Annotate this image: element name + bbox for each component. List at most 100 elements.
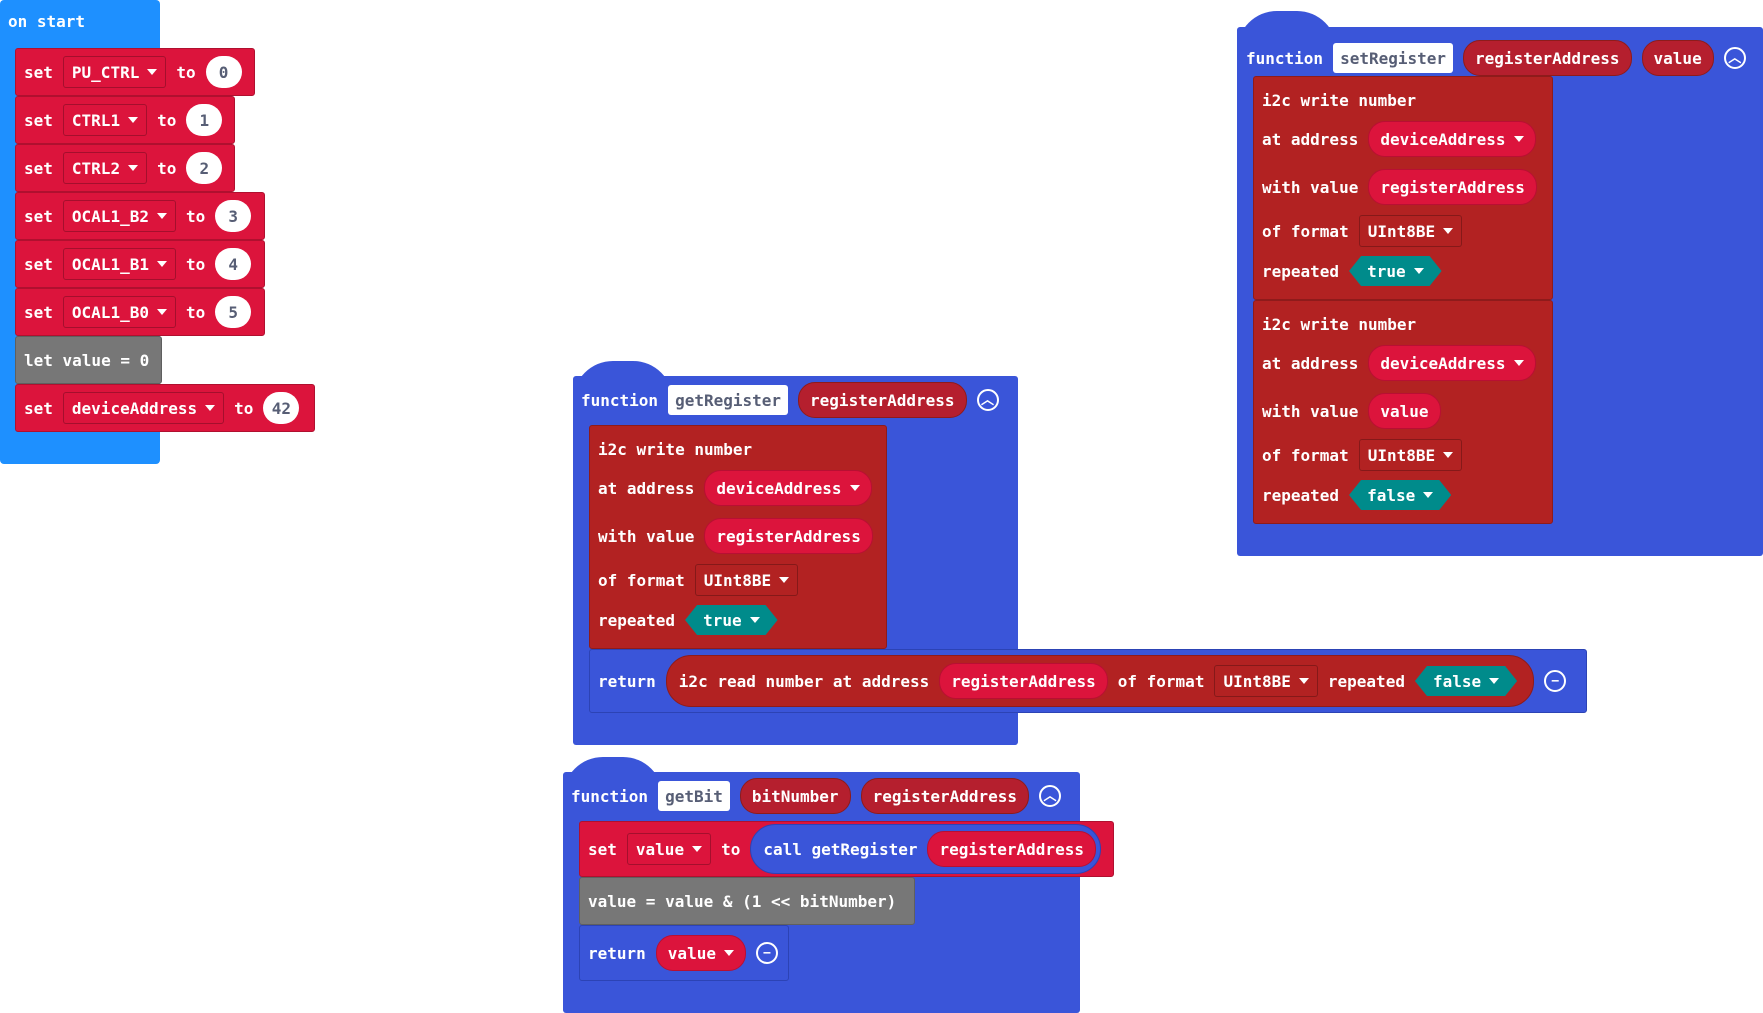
address-label: at address — [1262, 353, 1359, 373]
collapse-up-icon[interactable]: ︿ — [1723, 47, 1746, 69]
on-start-header: on start — [8, 12, 86, 31]
i2c-write-block[interactable]: i2c write number at address deviceAddress… — [1253, 300, 1553, 524]
repeated-label: repeated — [1262, 261, 1340, 281]
set-keyword: set — [24, 302, 53, 322]
variable-dropdown[interactable]: value — [626, 833, 712, 865]
set-statement[interactable]: set value to call getRegister registerAd… — [579, 821, 1114, 877]
i2c-write-title: i2c write number — [598, 439, 753, 459]
chevron-down-icon — [1513, 360, 1524, 366]
set-statement[interactable]: set OCAL1_B2 to 3 — [15, 192, 265, 240]
set-keyword: set — [24, 254, 53, 274]
i2c-write-block[interactable]: i2c write number at address deviceAddress… — [589, 425, 887, 649]
parameter[interactable]: registerAddress — [798, 382, 967, 418]
function-name-field[interactable]: setRegister — [1333, 43, 1454, 73]
set-statement[interactable]: set PU_CTRL to 0 — [15, 48, 255, 96]
variable-dropdown[interactable]: PU_CTRL — [62, 56, 167, 88]
code-expression[interactable]: value = value & (1 << bitNumber) — [579, 877, 915, 925]
variable-dropdown[interactable]: OCAL1_B2 — [62, 200, 176, 232]
value-variable[interactable]: registerAddress — [1368, 169, 1537, 205]
parameter[interactable]: value — [1641, 40, 1714, 76]
set-statement[interactable]: set OCAL1_B1 to 4 — [15, 240, 265, 288]
variable-dropdown[interactable]: OCAL1_B1 — [62, 248, 176, 280]
format-dropdown[interactable]: UInt8BE — [1214, 665, 1318, 697]
set-statement[interactable]: set CTRL2 to 2 — [15, 144, 235, 192]
boolean-dropdown[interactable]: true — [685, 605, 778, 635]
return-keyword: return — [588, 943, 646, 963]
return-statement[interactable]: return value − — [579, 925, 789, 981]
set-keyword: set — [24, 206, 53, 226]
set-keyword: set — [24, 158, 53, 178]
i2c-write-title: i2c write number — [1262, 314, 1417, 334]
variable-dropdown[interactable]: deviceAddress — [62, 392, 225, 424]
chevron-down-icon — [1443, 452, 1454, 458]
function-header: function getRegister registerAddress ︿ — [581, 376, 999, 424]
parameter[interactable]: registerAddress — [860, 778, 1030, 814]
set-statement[interactable]: set OCAL1_B0 to 5 — [15, 288, 265, 336]
parameter[interactable]: bitNumber — [739, 778, 851, 814]
collapse-up-icon[interactable]: ︿ — [1039, 785, 1062, 807]
format-label: of format — [1262, 221, 1349, 241]
chevron-down-icon — [147, 69, 158, 75]
chevron-down-icon — [156, 261, 167, 267]
i2c-write-title: i2c write number — [1262, 90, 1417, 110]
remove-minus-icon[interactable]: − — [755, 942, 778, 964]
address-variable[interactable]: registerAddress — [939, 663, 1108, 699]
format-label: of format — [1262, 445, 1349, 465]
number-input[interactable]: 42 — [263, 392, 300, 424]
chevron-down-icon — [1513, 136, 1524, 142]
to-keyword: to — [185, 254, 206, 274]
chevron-down-icon — [1443, 228, 1454, 234]
repeated-label: repeated — [1327, 671, 1405, 691]
function-keyword: function — [1246, 48, 1324, 68]
boolean-dropdown[interactable]: false — [1415, 666, 1517, 696]
set-keyword: set — [24, 110, 53, 130]
set-statement[interactable]: set deviceAddress to 42 — [15, 384, 315, 432]
variable-dropdown[interactable]: CTRL1 — [62, 104, 148, 136]
address-variable[interactable]: deviceAddress — [704, 470, 872, 506]
call-getregister-block[interactable]: call getRegister registerAddress — [750, 824, 1101, 874]
format-dropdown[interactable]: UInt8BE — [694, 564, 799, 596]
set-statement[interactable]: set CTRL1 to 1 — [15, 96, 235, 144]
format-dropdown[interactable]: UInt8BE — [1358, 215, 1463, 247]
let-statement[interactable]: let value = 0 — [15, 336, 162, 384]
remove-minus-icon[interactable]: − — [1544, 670, 1567, 692]
chevron-down-icon — [128, 165, 139, 171]
number-input[interactable]: 5 — [215, 296, 252, 328]
boolean-dropdown[interactable]: false — [1349, 480, 1451, 510]
function-header: function getBit bitNumber registerAddres… — [571, 772, 1062, 820]
number-input[interactable]: 2 — [186, 152, 223, 184]
value-label: with value — [1262, 401, 1359, 421]
i2c-write-block[interactable]: i2c write number at address deviceAddress… — [1253, 76, 1553, 300]
boolean-dropdown[interactable]: true — [1349, 256, 1442, 286]
parameter[interactable]: registerAddress — [1463, 40, 1632, 76]
return-variable[interactable]: value — [655, 935, 746, 971]
return-statement[interactable]: return i2c read number at address regist… — [589, 649, 1587, 713]
format-label: of format — [598, 570, 685, 590]
set-keyword: set — [24, 398, 53, 418]
chevron-down-icon — [750, 617, 760, 623]
address-variable[interactable]: deviceAddress — [1368, 121, 1536, 157]
function-name-field[interactable]: getBit — [658, 781, 730, 811]
collapse-up-icon[interactable]: ︿ — [976, 389, 999, 411]
number-input[interactable]: 4 — [215, 248, 252, 280]
number-input[interactable]: 0 — [205, 56, 242, 88]
variable-dropdown[interactable]: OCAL1_B0 — [62, 296, 176, 328]
call-argument[interactable]: registerAddress — [927, 831, 1096, 867]
set-keyword: set — [24, 62, 53, 82]
to-keyword: to — [157, 158, 177, 178]
return-keyword: return — [598, 671, 656, 691]
chevron-down-icon — [779, 577, 790, 583]
chevron-down-icon — [205, 405, 216, 411]
number-input[interactable]: 3 — [215, 200, 252, 232]
address-variable[interactable]: deviceAddress — [1368, 345, 1536, 381]
chevron-down-icon — [1423, 492, 1433, 498]
number-input[interactable]: 1 — [186, 104, 223, 136]
value-variable[interactable]: registerAddress — [704, 518, 873, 554]
variable-dropdown[interactable]: CTRL2 — [62, 152, 148, 184]
chevron-down-icon — [1414, 268, 1424, 274]
i2c-read-block[interactable]: i2c read number at address registerAddre… — [665, 655, 1535, 707]
value-variable[interactable]: value — [1368, 393, 1441, 429]
to-keyword: to — [185, 302, 206, 322]
format-dropdown[interactable]: UInt8BE — [1358, 439, 1463, 471]
function-name-field[interactable]: getRegister — [668, 385, 789, 415]
